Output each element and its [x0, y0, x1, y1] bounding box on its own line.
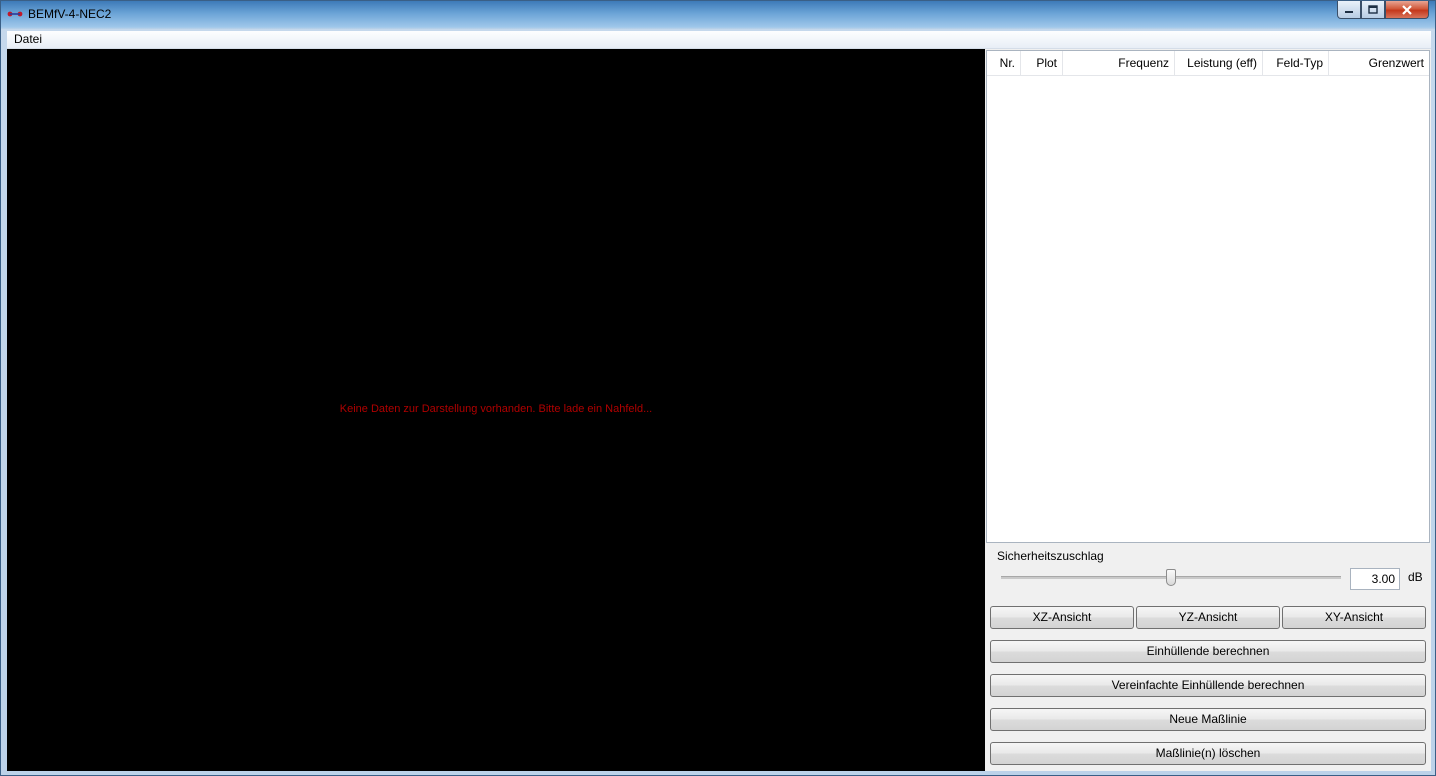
app-window: BEMfV-4-NEC2 Datei Keine Daten zur Darst…	[0, 0, 1436, 776]
app-icon	[7, 11, 23, 17]
column-header-plot[interactable]: Plot	[1021, 51, 1063, 75]
delete-measure-lines-button[interactable]: Maßlinie(n) löschen	[990, 742, 1426, 765]
xy-view-button[interactable]: XY-Ansicht	[1282, 606, 1426, 629]
safety-margin-group: Sicherheitszuschlag 3.00 dB	[989, 549, 1427, 596]
maximize-button[interactable]	[1361, 1, 1385, 19]
new-measure-line-button[interactable]: Neue Maßlinie	[990, 708, 1426, 731]
column-header-frequency[interactable]: Frequenz	[1063, 51, 1175, 75]
column-header-power[interactable]: Leistung (eff)	[1175, 51, 1263, 75]
calculate-simplified-envelope-button[interactable]: Vereinfachte Einhüllende berechnen	[990, 674, 1426, 697]
column-header-field-type[interactable]: Feld-Typ	[1263, 51, 1329, 75]
maximize-icon	[1368, 5, 1378, 14]
safety-margin-label: Sicherheitszuschlag	[997, 549, 1104, 563]
column-header-nr[interactable]: Nr.	[987, 51, 1021, 75]
right-panel: Nr. Plot Frequenz Leistung (eff) Feld-Ty…	[985, 49, 1431, 771]
calculate-envelope-button[interactable]: Einhüllende berechnen	[990, 640, 1426, 663]
safety-margin-input[interactable]: 3.00	[1350, 568, 1400, 590]
slider-handle[interactable]	[1166, 569, 1176, 586]
safety-margin-unit: dB	[1408, 570, 1423, 584]
close-icon	[1402, 4, 1412, 15]
results-table[interactable]: Nr. Plot Frequenz Leistung (eff) Feld-Ty…	[986, 50, 1430, 543]
menu-bar: Datei	[7, 31, 1431, 49]
yz-view-button[interactable]: YZ-Ansicht	[1136, 606, 1280, 629]
window-controls	[1337, 1, 1429, 20]
table-header: Nr. Plot Frequenz Leistung (eff) Feld-Ty…	[987, 51, 1429, 76]
plot-canvas[interactable]: Keine Daten zur Darstellung vorhanden. B…	[7, 49, 985, 771]
no-data-message: Keine Daten zur Darstellung vorhanden. B…	[339, 403, 653, 415]
minimize-icon	[1345, 10, 1353, 13]
minimize-button[interactable]	[1337, 1, 1361, 19]
close-button[interactable]	[1385, 1, 1429, 19]
column-header-limit[interactable]: Grenzwert	[1329, 51, 1429, 75]
window-title: BEMfV-4-NEC2	[28, 7, 112, 21]
xz-view-button[interactable]: XZ-Ansicht	[990, 606, 1134, 629]
menu-file[interactable]: Datei	[14, 32, 42, 46]
title-bar[interactable]: BEMfV-4-NEC2	[1, 1, 1435, 29]
